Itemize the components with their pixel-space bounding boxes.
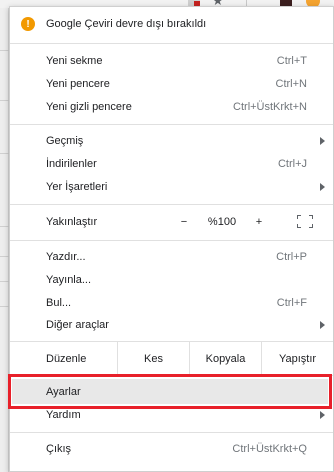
notice-label: Google Çeviri devre dışı bırakıldı	[46, 18, 207, 30]
page-line	[0, 281, 9, 282]
cut-button[interactable]: Kes	[117, 341, 189, 376]
menu-item-shortcut: Ctrl+P	[276, 250, 307, 263]
zoom-in-button[interactable]: +	[246, 210, 272, 233]
menu-item-label: Yardım	[46, 408, 81, 421]
menu-item-downloads[interactable]: İndirilenler Ctrl+J	[10, 152, 333, 175]
menu-separator	[10, 432, 333, 433]
menu-item-translate-notice[interactable]: ! Google Çeviri devre dışı bırakıldı	[10, 11, 333, 37]
edit-label: Düzenle	[46, 352, 87, 365]
menu-item-find[interactable]: Bul... Ctrl+F	[10, 291, 333, 314]
menu-item-label: Yayınla...	[46, 273, 92, 286]
menu-separator	[10, 240, 333, 241]
menu-item-exit[interactable]: Çıkış Ctrl+ÜstKrkt+Q	[10, 437, 333, 460]
menu-item-shortcut: Ctrl+N	[275, 77, 307, 90]
menu-item-label: Yazdır...	[46, 250, 86, 263]
chrome-main-menu: ! Google Çeviri devre dışı bırakıldı Yen…	[8, 6, 334, 472]
menu-item-label: Bul...	[46, 296, 72, 309]
menu-item-zoom: Yakınlaştır − %100 +	[10, 210, 333, 233]
menu-item-shortcut: Ctrl+J	[277, 157, 307, 170]
page-line	[0, 226, 9, 227]
menu-item-history[interactable]: Geçmiş	[10, 129, 333, 152]
menu-item-shortcut: Ctrl+ÜstKrkt+Q	[232, 442, 307, 455]
submenu-arrow-icon	[320, 410, 325, 419]
menu-item-new-window[interactable]: Yeni pencere Ctrl+N	[10, 72, 333, 95]
menu-separator	[10, 124, 333, 125]
page-line	[0, 100, 9, 101]
menu-item-new-incognito-window[interactable]: Yeni gizli pencere Ctrl+ÜstKrkt+N	[10, 95, 333, 118]
menu-item-label: Diğer araçlar	[46, 318, 109, 331]
submenu-arrow-icon	[320, 182, 325, 191]
menu-item-label: Yeni gizli pencere	[46, 100, 132, 113]
menu-item-print[interactable]: Yazdır... Ctrl+P	[10, 245, 333, 268]
menu-item-shortcut: Ctrl+F	[276, 296, 307, 309]
menu-item-label: Yer İşaretleri	[46, 180, 108, 193]
menu-item-label: Çıkış	[46, 442, 72, 455]
menu-separator	[10, 204, 333, 205]
page-line	[0, 50, 9, 51]
menu-item-label: Geçmiş	[46, 134, 84, 147]
warning-icon: !	[21, 17, 35, 31]
menu-item-label: Yeni sekme	[46, 54, 103, 67]
menu-item-shortcut: Ctrl+ÜstKrkt+N	[233, 100, 307, 113]
page-line	[0, 306, 9, 307]
zoom-label: Yakınlaştır	[46, 215, 98, 228]
menu-separator	[10, 43, 333, 44]
page-line	[0, 153, 9, 154]
menu-item-help[interactable]: Yardım	[10, 403, 333, 426]
zoom-out-button[interactable]: −	[171, 210, 197, 233]
menu-item-label: İndirilenler	[46, 157, 97, 170]
menu-item-shortcut: Ctrl+T	[276, 54, 307, 67]
menu-item-cast[interactable]: Yayınla...	[10, 268, 333, 291]
menu-item-edit: Düzenle Kes Kopyala Yapıştır	[10, 341, 333, 376]
submenu-arrow-icon	[320, 320, 325, 329]
menu-item-more-tools[interactable]: Diğer araçlar	[10, 313, 333, 336]
submenu-arrow-icon	[320, 136, 325, 145]
fullscreen-icon[interactable]	[297, 215, 313, 228]
page-line	[0, 256, 9, 257]
menu-item-bookmarks[interactable]: Yer İşaretleri	[10, 175, 333, 198]
zoom-level: %100	[207, 215, 237, 228]
paste-button[interactable]: Yapıştır	[261, 341, 333, 376]
menu-item-new-tab[interactable]: Yeni sekme Ctrl+T	[10, 49, 333, 72]
menu-item-label: Yeni pencere	[46, 77, 110, 90]
copy-button[interactable]: Kopyala	[189, 341, 261, 376]
